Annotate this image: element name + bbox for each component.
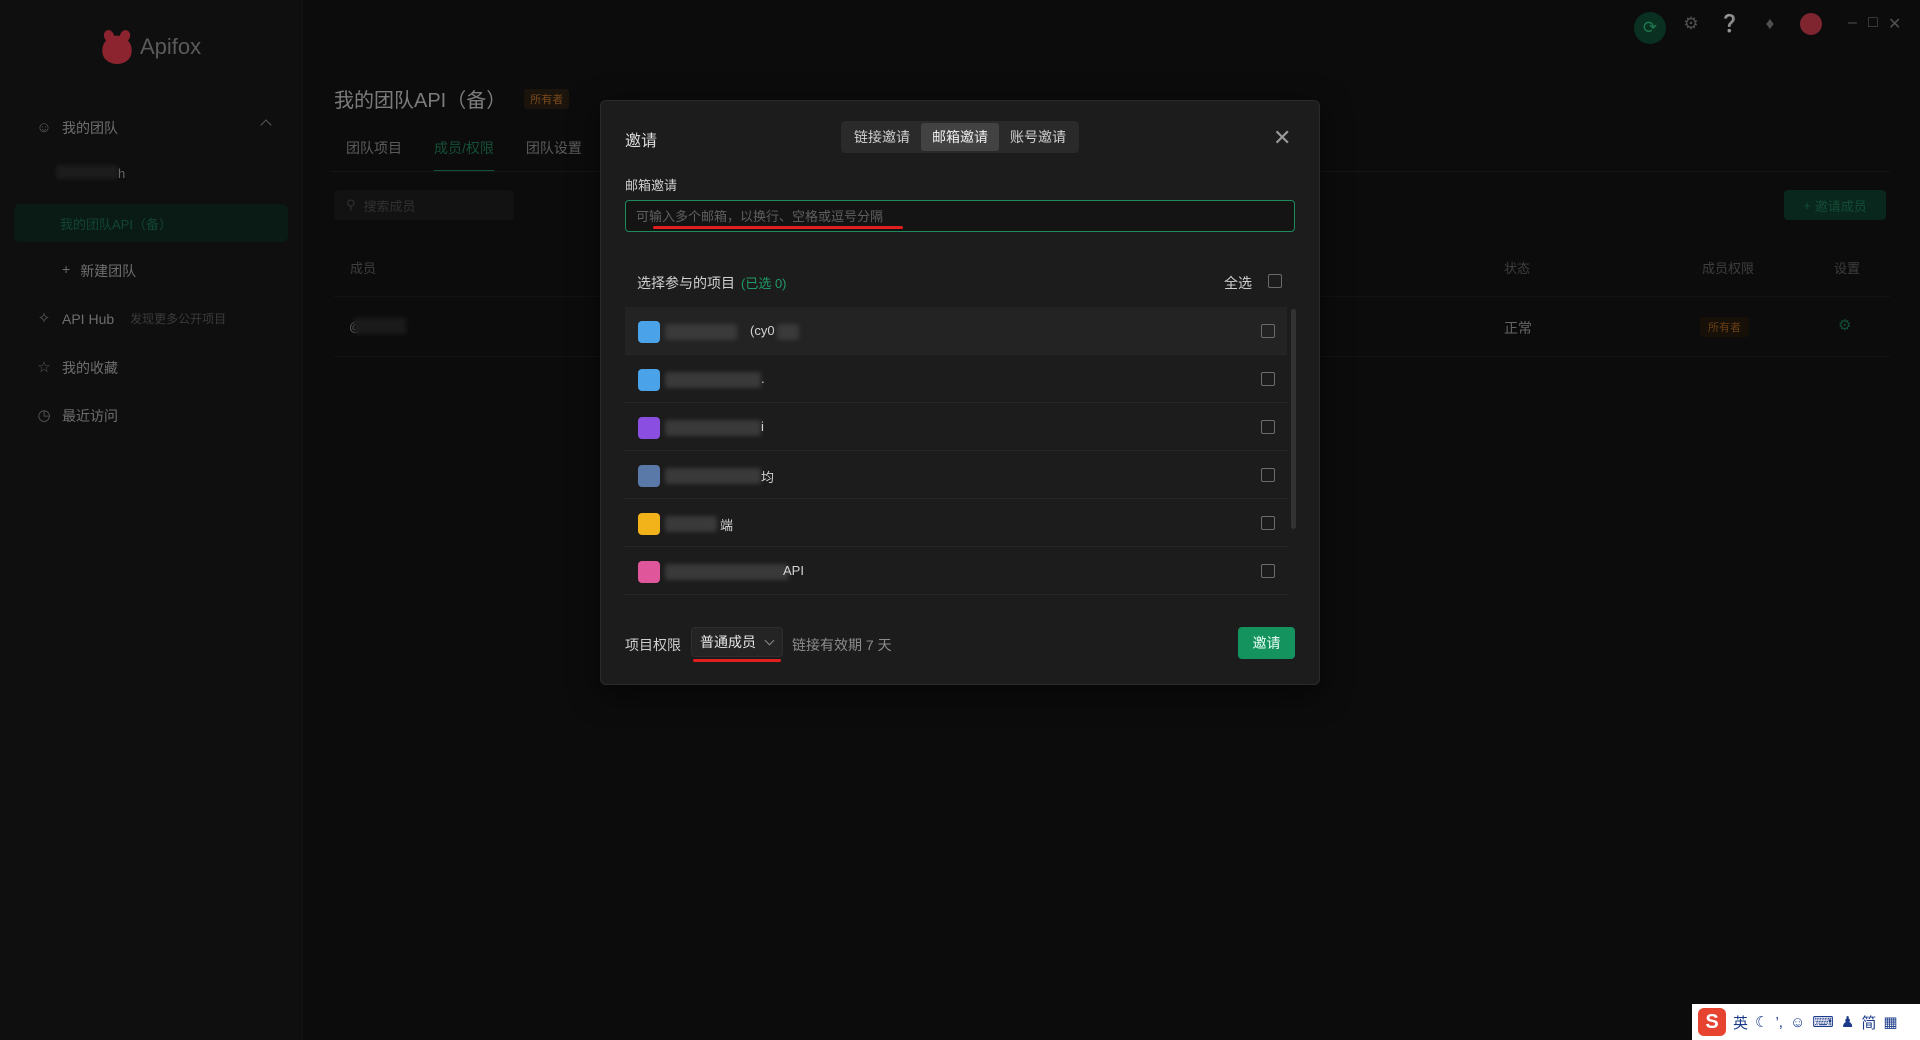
project-name: . bbox=[761, 371, 765, 386]
ime-mode[interactable]: 简 bbox=[1861, 1012, 1876, 1033]
list-item[interactable]: i bbox=[625, 403, 1287, 451]
select-all-checkbox[interactable] bbox=[1268, 274, 1282, 288]
emoji-icon[interactable]: ☺ bbox=[1790, 1014, 1805, 1031]
project-name-blurred bbox=[665, 516, 717, 532]
project-list: (cy0 . i 均 端 API bbox=[625, 307, 1287, 603]
project-icon bbox=[638, 369, 660, 391]
link-validity-text: 链接有效期 7 天 bbox=[792, 637, 892, 653]
project-list-scrollbar[interactable] bbox=[1291, 309, 1296, 529]
moon-icon[interactable]: ☾ bbox=[1755, 1013, 1768, 1031]
permission-select[interactable]: 普通成员 bbox=[691, 627, 783, 657]
annotation-underline bbox=[653, 226, 903, 229]
invite-submit-button[interactable]: 邀请 bbox=[1238, 627, 1295, 659]
keyboard-icon[interactable]: ⌨ bbox=[1812, 1013, 1834, 1031]
grid-icon[interactable]: ▦ bbox=[1883, 1013, 1897, 1031]
project-icon bbox=[638, 513, 660, 535]
list-item[interactable]: 均 bbox=[625, 451, 1287, 499]
annotation-underline bbox=[693, 659, 781, 662]
chevron-down-icon bbox=[764, 635, 775, 645]
list-item[interactable]: API bbox=[625, 547, 1287, 595]
list-item[interactable]: . bbox=[625, 355, 1287, 403]
project-heading: 选择参与的项目 (已选 0) bbox=[637, 273, 787, 293]
selected-count: (已选 0) bbox=[741, 276, 787, 291]
ime-lang[interactable]: 英 bbox=[1733, 1012, 1748, 1033]
project-name: 端 bbox=[720, 518, 734, 533]
project-name-blurred bbox=[665, 468, 761, 484]
project-name: (cy0 bbox=[750, 323, 775, 338]
project-heading-text: 选择参与的项目 bbox=[637, 275, 735, 291]
project-checkbox[interactable] bbox=[1261, 324, 1275, 338]
project-checkbox[interactable] bbox=[1261, 468, 1275, 482]
project-checkbox[interactable] bbox=[1261, 516, 1275, 530]
sogou-logo-icon[interactable]: S bbox=[1698, 1008, 1726, 1036]
permission-value: 普通成员 bbox=[700, 634, 756, 650]
project-name-blurred bbox=[665, 420, 761, 436]
user-icon[interactable]: ♟ bbox=[1841, 1013, 1854, 1031]
project-name: API bbox=[783, 563, 804, 578]
project-checkbox[interactable] bbox=[1261, 420, 1275, 434]
tab-email-invite[interactable]: 邮箱邀请 bbox=[921, 123, 999, 151]
select-all-label: 全选 bbox=[1224, 275, 1252, 291]
project-name: 均 bbox=[761, 470, 775, 485]
punctuation-icon[interactable]: ’, bbox=[1775, 1014, 1783, 1031]
tab-link-invite[interactable]: 链接邀请 bbox=[843, 123, 921, 151]
ime-toolbar: S 英 ☾ ’, ☺ ⌨ ♟ 简 ▦ bbox=[1692, 1004, 1920, 1040]
project-name-blurred bbox=[777, 324, 799, 340]
project-icon bbox=[638, 561, 660, 583]
project-icon bbox=[638, 321, 660, 343]
project-checkbox[interactable] bbox=[1261, 372, 1275, 386]
project-name: i bbox=[761, 419, 764, 434]
project-name-blurred bbox=[665, 372, 761, 388]
project-icon bbox=[638, 417, 660, 439]
invite-modal: 邀请 链接邀请 邮箱邀请 账号邀请 ✕ 邮箱邀请 选择参与的项目 (已选 0) 全… bbox=[600, 100, 1320, 685]
project-name-blurred bbox=[665, 564, 789, 580]
list-item[interactable]: 端 bbox=[625, 499, 1287, 547]
list-item[interactable]: (cy0 bbox=[625, 307, 1287, 355]
permission-label: 项目权限 bbox=[625, 637, 681, 653]
project-name-blurred bbox=[665, 324, 737, 340]
tab-account-invite[interactable]: 账号邀请 bbox=[999, 123, 1077, 151]
email-field-label: 邮箱邀请 bbox=[625, 178, 678, 193]
close-icon[interactable]: ✕ bbox=[1273, 125, 1291, 151]
project-icon bbox=[638, 465, 660, 487]
project-checkbox[interactable] bbox=[1261, 564, 1275, 578]
modal-title: 邀请 bbox=[625, 133, 658, 150]
invite-mode-switch: 链接邀请 邮箱邀请 账号邀请 bbox=[841, 121, 1079, 153]
